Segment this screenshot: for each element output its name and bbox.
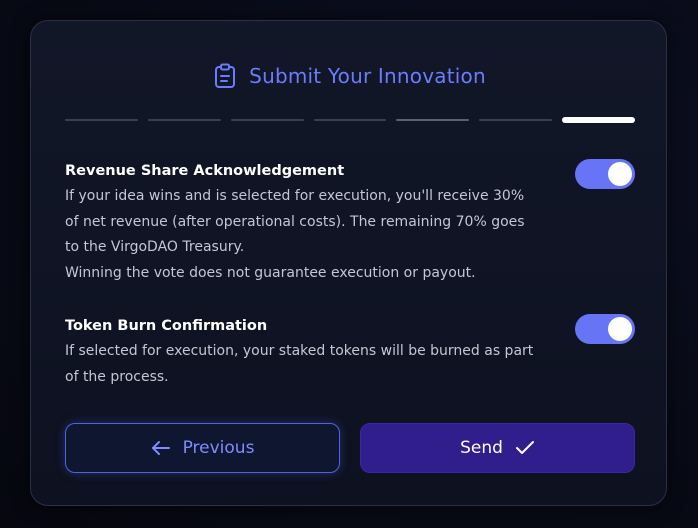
toggle-knob xyxy=(608,317,632,341)
submission-card: Submit Your Innovation Revenue Share Ack… xyxy=(30,20,667,506)
previous-button-label: Previous xyxy=(182,438,255,458)
step-6 xyxy=(479,119,553,121)
step-7-current xyxy=(562,117,636,123)
revenue-share-description: If your idea wins and is selected for ex… xyxy=(65,184,565,286)
token-burn-toggle[interactable] xyxy=(575,314,635,344)
revenue-share-line-3: to the VirgoDAO Treasury. xyxy=(65,239,245,255)
revenue-share-line-2: of net revenue (after operational costs)… xyxy=(65,213,525,230)
step-4 xyxy=(313,119,387,121)
revenue-share-line-4: Winning the vote does not guarantee exec… xyxy=(65,264,476,281)
clipboard-icon xyxy=(213,63,237,89)
step-1 xyxy=(65,119,138,121)
step-3 xyxy=(230,119,304,121)
step-2 xyxy=(147,119,221,121)
token-burn-line-2: of the process. xyxy=(65,368,169,385)
send-button[interactable]: Send xyxy=(360,423,635,473)
send-button-label: Send xyxy=(460,438,503,458)
check-icon xyxy=(515,440,535,456)
toggle-knob xyxy=(608,162,632,186)
token-burn-title: Token Burn Confirmation xyxy=(65,318,268,334)
page-title: Submit Your Innovation xyxy=(249,64,486,88)
token-burn-description: If selected for execution, your staked t… xyxy=(65,339,565,390)
revenue-share-line-1: If your idea wins and is selected for ex… xyxy=(65,188,525,204)
previous-button[interactable]: Previous xyxy=(65,423,340,473)
arrow-left-icon xyxy=(151,440,171,456)
token-burn-line-1: If selected for execution, your staked t… xyxy=(65,343,534,359)
revenue-share-section: Revenue Share Acknowledgement If your id… xyxy=(65,159,635,286)
revenue-share-title: Revenue Share Acknowledgement xyxy=(65,163,345,179)
step-5 xyxy=(396,119,470,121)
progress-stepper xyxy=(65,117,636,125)
token-burn-section: Token Burn Confirmation If selected for … xyxy=(65,314,635,390)
card-header: Submit Your Innovation xyxy=(31,61,668,91)
revenue-share-toggle[interactable] xyxy=(575,159,635,189)
